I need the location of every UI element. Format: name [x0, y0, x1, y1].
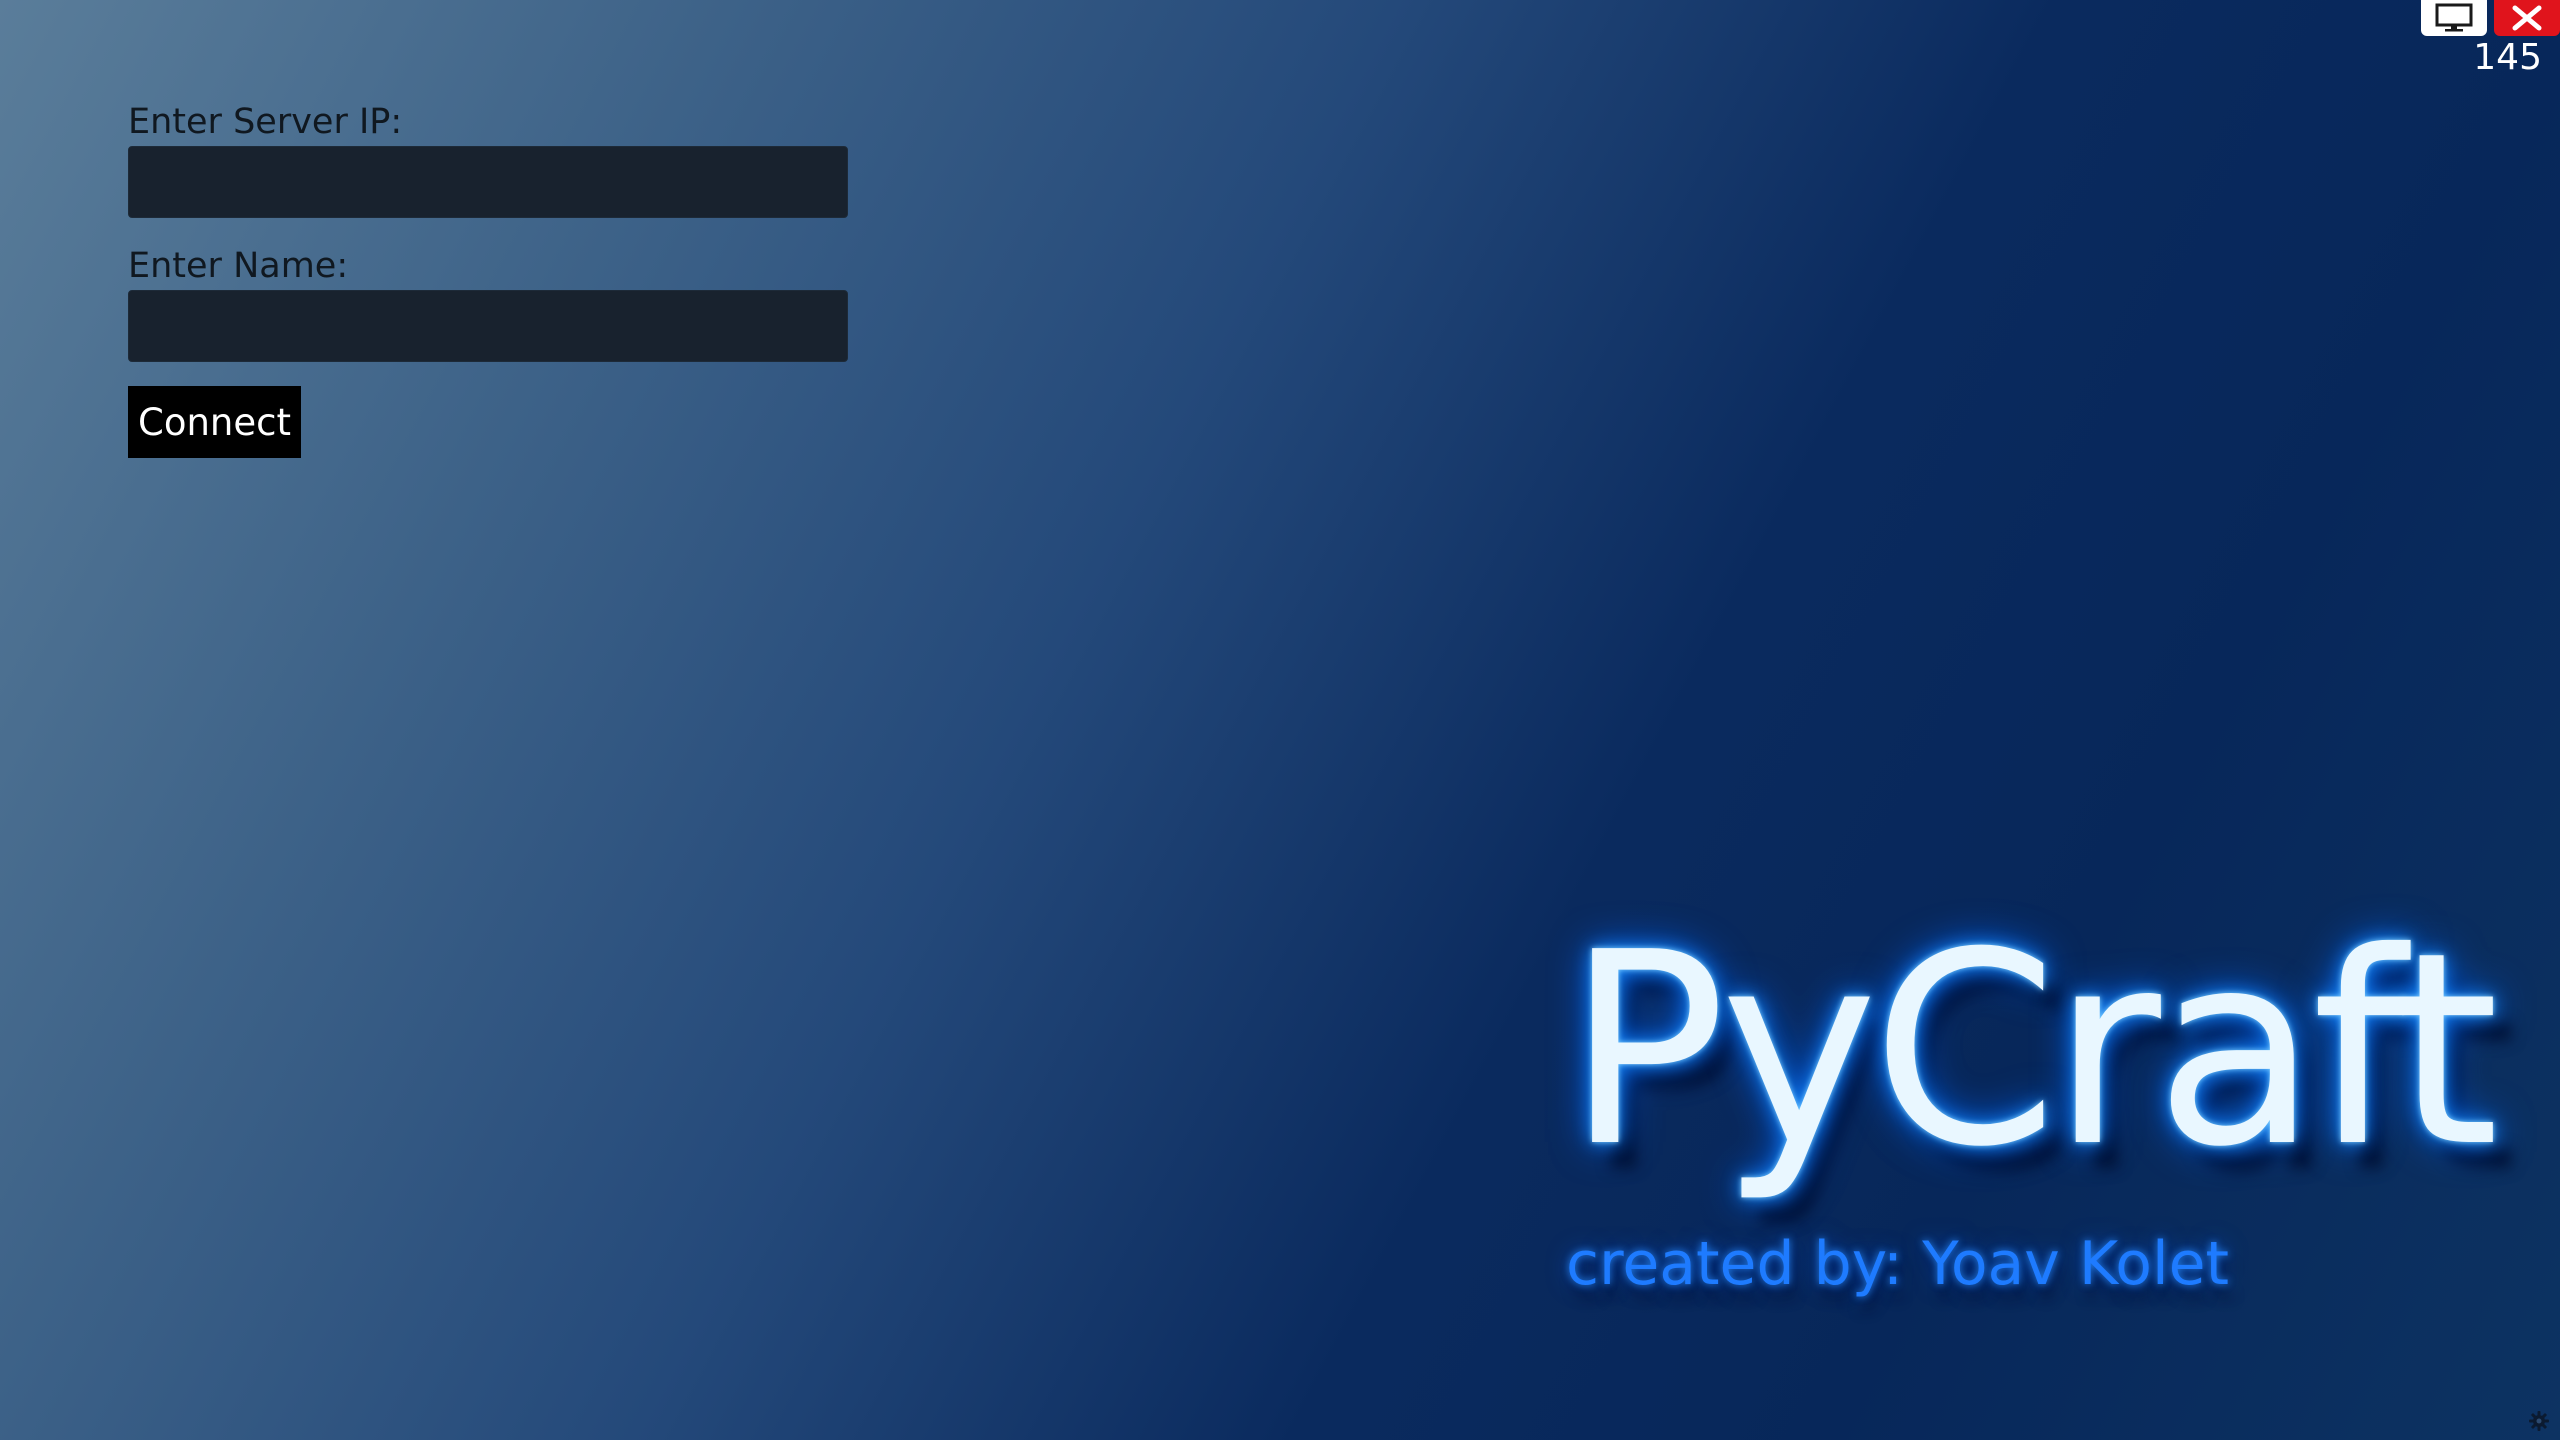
- pycraft-main-menu: Enter Server IP: Enter Name: Connect 145…: [0, 0, 2560, 1440]
- settings-button[interactable]: [2528, 1410, 2550, 1432]
- fullscreen-button[interactable]: [2421, 0, 2487, 36]
- connect-form: Enter Server IP: Enter Name: Connect: [128, 98, 850, 458]
- server-ip-input[interactable]: [128, 146, 848, 218]
- fps-counter: 145: [2473, 37, 2542, 78]
- close-icon: [2512, 5, 2542, 31]
- gear-icon: [2529, 1411, 2549, 1431]
- monitor-icon: [2435, 3, 2473, 32]
- logo-credit: created by: Yoav Kolet: [1566, 1229, 2230, 1299]
- close-button[interactable]: [2494, 0, 2560, 36]
- connect-button[interactable]: Connect: [128, 386, 301, 458]
- logo-title: PyCraft: [1566, 895, 2499, 1205]
- name-input[interactable]: [128, 290, 848, 362]
- server-ip-label: Enter Server IP:: [128, 102, 403, 142]
- name-label: Enter Name:: [128, 246, 349, 286]
- window-controls: 145: [2420, 0, 2560, 80]
